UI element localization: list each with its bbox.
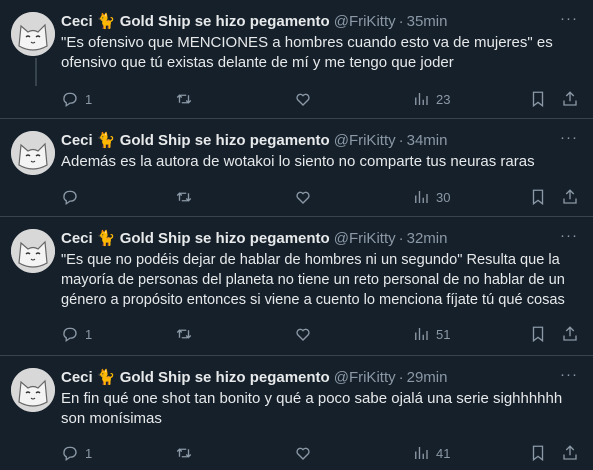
timestamp[interactable]: 35min (407, 12, 448, 32)
retweet-icon (176, 94, 192, 104)
views-button[interactable]: 23 (412, 89, 450, 109)
reply-icon (63, 327, 77, 343)
bookmark-icon (532, 91, 544, 108)
tweet-header: Ceci 🐈 Gold Ship se hizo pegamento @FriK… (61, 131, 579, 151)
bookmark-button[interactable] (529, 187, 547, 207)
views-count: 51 (436, 326, 451, 342)
reply-button[interactable]: 1 (61, 443, 92, 463)
reply-icon (63, 446, 77, 462)
retweet-icon (176, 192, 192, 202)
reply-icon (63, 190, 77, 206)
separator-dot: · (398, 13, 404, 30)
like-button[interactable] (294, 324, 312, 344)
share-button[interactable] (561, 324, 579, 344)
handle[interactable]: @FriKitty (334, 368, 396, 388)
retweet-button[interactable] (175, 187, 193, 207)
views-icon (415, 191, 428, 203)
views-icon (415, 328, 428, 340)
views-count: 30 (436, 189, 451, 205)
views-count: 23 (436, 91, 451, 107)
share-icon (563, 445, 577, 460)
retweet-icon (176, 448, 192, 458)
timeline: Ceci 🐈 Gold Ship se hizo pegamento @FriK… (0, 0, 593, 470)
share-icon (563, 91, 577, 106)
share-button[interactable] (561, 187, 579, 207)
separator-dot: · (398, 132, 404, 149)
tweet-text: En fin qué one shot tan bonito y qué a p… (61, 390, 563, 427)
tweet[interactable]: Ceci 🐈 Gold Ship se hizo pegamento @FriK… (0, 0, 593, 118)
retweet-button[interactable] (175, 89, 193, 109)
timestamp[interactable]: 32min (407, 229, 448, 249)
views-icon (415, 447, 428, 459)
like-button[interactable] (294, 89, 312, 109)
views-button[interactable]: 30 (412, 187, 450, 207)
like-button[interactable] (294, 187, 312, 207)
reply-count: 1 (85, 91, 93, 107)
display-name[interactable]: Ceci 🐈 Gold Ship se hizo pegamento (61, 368, 330, 388)
like-icon (296, 447, 310, 460)
reply-button[interactable] (61, 187, 85, 207)
avatar[interactable] (11, 12, 55, 56)
display-name[interactable]: Ceci 🐈 Gold Ship se hizo pegamento (61, 229, 330, 249)
like-icon (296, 328, 310, 341)
separator-dot: · (398, 230, 404, 247)
like-icon (296, 191, 310, 204)
retweet-icon (176, 329, 192, 339)
tweet-header: Ceci 🐈 Gold Ship se hizo pegamento @FriK… (61, 229, 579, 249)
bookmark-icon (532, 189, 544, 206)
tweet-text: "Es que no podéis dejar de hablar de hom… (61, 252, 565, 308)
avatar[interactable] (11, 131, 55, 175)
tweet-text: Además es la autora de wotakoi lo siento… (61, 153, 535, 170)
tweet[interactable]: Ceci 🐈 Gold Ship se hizo pegamento @FriK… (0, 118, 593, 217)
like-icon (296, 93, 310, 106)
tweet[interactable]: Ceci 🐈 Gold Ship se hizo pegamento @FriK… (0, 356, 593, 470)
more-options-icon[interactable]: ··· (559, 130, 579, 151)
handle[interactable]: @FriKitty (334, 131, 396, 151)
bookmark-icon (532, 445, 544, 462)
avatar[interactable] (11, 229, 55, 273)
bookmark-button[interactable] (529, 324, 547, 344)
share-button[interactable] (561, 443, 579, 463)
avatar[interactable] (11, 368, 55, 412)
tweet-actions: 30 (61, 187, 579, 207)
bookmark-button[interactable] (529, 89, 547, 109)
like-button[interactable] (294, 443, 312, 463)
handle[interactable]: @FriKitty (334, 229, 396, 249)
reply-count: 1 (85, 326, 93, 342)
bookmark-icon (532, 326, 544, 343)
views-button[interactable]: 51 (412, 324, 450, 344)
timestamp[interactable]: 29min (407, 368, 448, 388)
tweet-actions: 1 23 (61, 89, 579, 109)
retweet-button[interactable] (175, 443, 193, 463)
tweet-actions: 1 41 (61, 443, 579, 463)
separator-dot: · (398, 369, 404, 386)
views-count: 41 (436, 445, 451, 461)
tweet[interactable]: Ceci 🐈 Gold Ship se hizo pegamento @FriK… (0, 217, 593, 356)
views-button[interactable]: 41 (412, 443, 450, 463)
reply-icon (63, 92, 77, 108)
share-icon (563, 189, 577, 204)
more-options-icon[interactable]: ··· (559, 228, 579, 249)
timestamp[interactable]: 34min (407, 131, 448, 151)
display-name[interactable]: Ceci 🐈 Gold Ship se hizo pegamento (61, 131, 330, 151)
share-button[interactable] (561, 89, 579, 109)
tweet-actions: 1 51 (61, 324, 579, 344)
bookmark-button[interactable] (529, 443, 547, 463)
tweet-header: Ceci 🐈 Gold Ship se hizo pegamento @FriK… (61, 368, 579, 388)
retweet-button[interactable] (175, 324, 193, 344)
tweet-text: "Es ofensivo que MENCIONES a hombres cua… (61, 34, 553, 71)
share-icon (563, 326, 577, 341)
more-options-icon[interactable]: ··· (559, 11, 579, 32)
reply-button[interactable]: 1 (61, 324, 92, 344)
views-icon (415, 93, 428, 105)
display-name[interactable]: Ceci 🐈 Gold Ship se hizo pegamento (61, 12, 330, 32)
handle[interactable]: @FriKitty (334, 12, 396, 32)
reply-count: 1 (85, 445, 93, 461)
reply-button[interactable]: 1 (61, 89, 92, 109)
tweet-header: Ceci 🐈 Gold Ship se hizo pegamento @FriK… (61, 12, 579, 32)
more-options-icon[interactable]: ··· (559, 367, 579, 388)
